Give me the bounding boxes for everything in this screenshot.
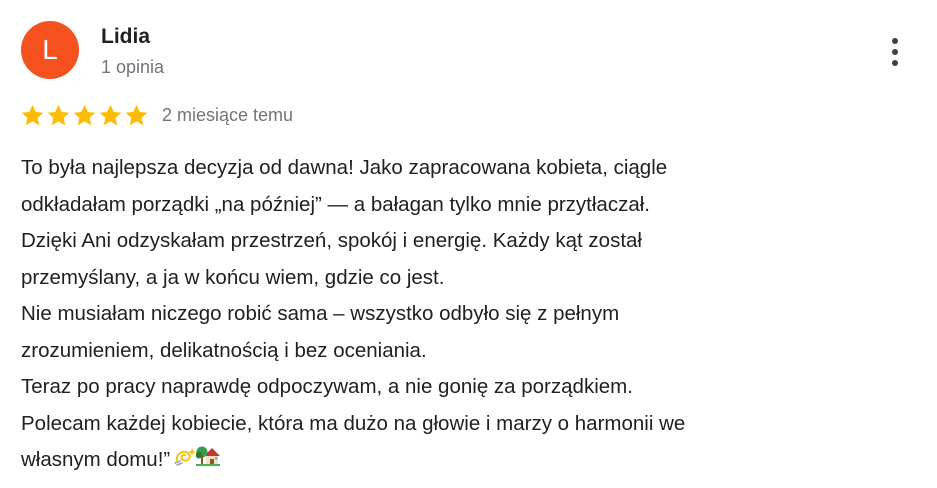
author-review-count: 1 opinia [101, 57, 165, 77]
review-line: Teraz po pracy naprawdę odpoczywam, a ni… [21, 375, 633, 398]
review-line: To była najlepsza decyzja od dawna! Jako… [21, 156, 668, 179]
more-options-button[interactable] [880, 32, 910, 72]
review-line: Dzięki Ani odzyskałam przestrzeń, spokój… [21, 229, 642, 252]
house-with-garden-emoji [195, 442, 221, 479]
avatar[interactable]: L [21, 21, 79, 79]
star-rating [20, 103, 149, 128]
review-line: Polecam każdej kobiecie, która ma dużo n… [21, 411, 686, 435]
star-icon [47, 104, 70, 125]
review-line: przemyślany, a ja w końcu wiem, gdzie co… [21, 265, 445, 289]
avatar-letter: L [42, 34, 58, 65]
review-text: To była najlepsza decyzja od dawna! Jako… [21, 150, 921, 479]
review-last-line: własnym domu!” [21, 442, 921, 479]
star-icon [73, 104, 96, 125]
star-icon [21, 104, 44, 125]
review-line: Nie musiałam niczego robić sama – wszyst… [21, 302, 620, 325]
dizzy-emoji [174, 442, 197, 479]
author-name[interactable]: Lidia [101, 24, 150, 50]
star-icon [99, 104, 122, 125]
review-line: zrozumieniem, delikatnością i bez ocenia… [21, 338, 427, 362]
rating-row: 2 miesiące temu [20, 101, 293, 129]
review-line: odkładałam porządki „na później” — a bał… [21, 192, 650, 216]
star-icon [125, 104, 148, 125]
review-date: 2 miesiące temu [162, 104, 294, 125]
more-vert-icon [892, 38, 898, 66]
review-line-text: własnym domu!” [21, 448, 171, 471]
